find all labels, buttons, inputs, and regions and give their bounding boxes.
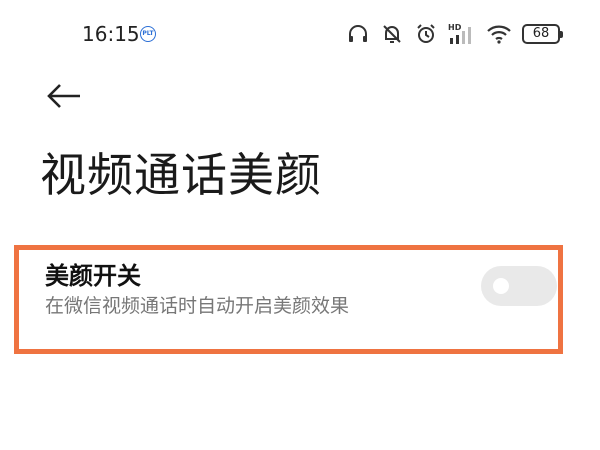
status-icons: HD 68 <box>346 18 563 50</box>
setting-row-beauty-switch[interactable]: 美颜开关 在微信视频通话时自动开启美颜效果 <box>19 250 558 349</box>
screen: 16:15 PLT HD 68 视频通话美颜 美颜开关 在微信视频通话时自动开启… <box>0 0 600 450</box>
page-title: 视频通话美颜 <box>40 148 322 202</box>
setting-description: 在微信视频通话时自动开启美颜效果 <box>45 295 350 317</box>
bell-off-icon <box>383 25 401 43</box>
beauty-toggle-switch[interactable] <box>481 266 557 306</box>
signal-hd-label: HD <box>448 23 462 32</box>
wifi-icon <box>487 25 511 44</box>
toggle-knob <box>493 278 509 294</box>
arrow-left-icon <box>47 84 80 108</box>
status-bar: 16:15 PLT HD 68 <box>0 0 600 66</box>
setting-title: 美颜开关 <box>45 262 141 290</box>
back-button[interactable] <box>42 76 86 116</box>
battery-icon: 68 <box>522 24 563 44</box>
alarm-clock-icon <box>417 24 435 43</box>
signal-hd-icon: HD <box>448 23 471 44</box>
plt-badge-icon: PLT <box>140 26 156 42</box>
status-time: 16:15 <box>82 22 140 46</box>
headphones-icon <box>349 25 367 42</box>
